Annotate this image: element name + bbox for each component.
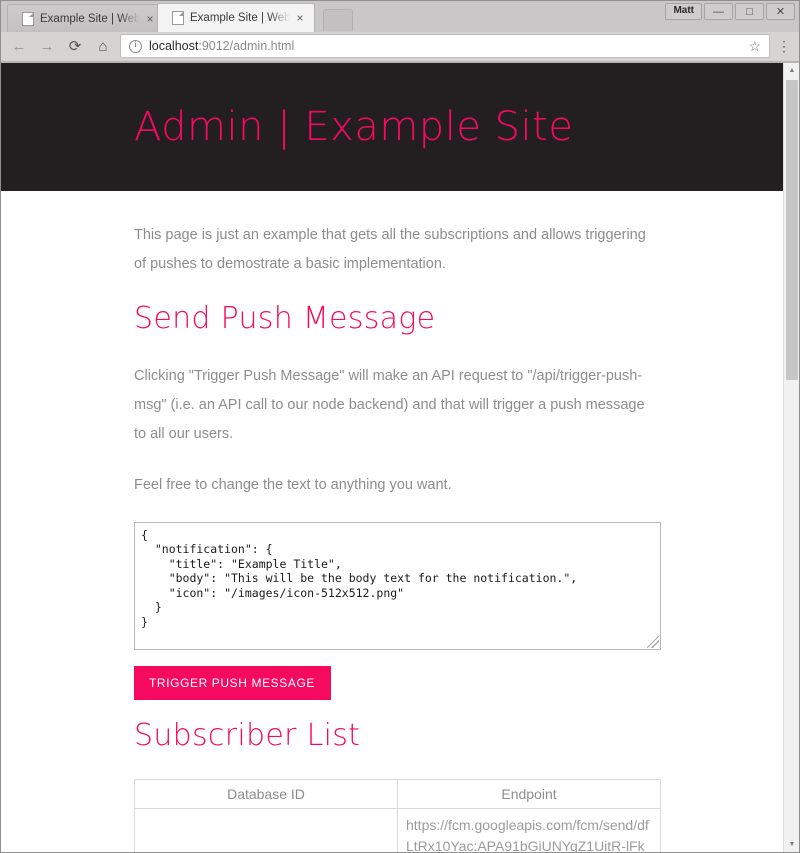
info-circle-icon[interactable]	[129, 39, 142, 53]
page-icon	[22, 11, 34, 26]
reload-icon[interactable]: ⟳	[61, 32, 89, 60]
browser-window: Example Site | Web P × Example Site | We…	[0, 0, 800, 853]
page-title: Admin | Example Site	[134, 103, 574, 150]
page-scrollbar[interactable]: ▲ ▼	[783, 62, 799, 852]
url-host: localhost	[149, 39, 199, 54]
close-icon[interactable]: ×	[292, 10, 308, 26]
browser-tab-1[interactable]: Example Site | Web P ×	[7, 4, 165, 33]
site-header: Admin | Example Site	[1, 62, 783, 191]
cell-database-id: lege3Q7Dxz3aVShL	[134, 807, 398, 852]
send-push-paragraph-1: Clicking "Trigger Push Message" will mak…	[134, 367, 645, 442]
web-page: Admin | Example Site This page is just a…	[1, 62, 783, 852]
cell-endpoint: https://fcm.googleapis.com/fcm/send/dfLt…	[397, 807, 661, 852]
back-icon[interactable]: ←	[5, 32, 33, 60]
page-content: This page is just an example that gets a…	[1, 191, 783, 852]
bookmark-star-icon[interactable]: ☆	[744, 38, 765, 55]
close-window-button[interactable]: ✕	[766, 3, 795, 20]
page-icon	[172, 11, 184, 26]
address-bar[interactable]: localhost:9012/admin.html ☆	[120, 34, 770, 59]
tab-title: Example Site | Web P	[40, 12, 142, 25]
scrollbar-thumb[interactable]	[786, 79, 798, 380]
home-icon[interactable]: ⌂	[89, 32, 117, 60]
close-icon[interactable]: ×	[142, 11, 158, 27]
scroll-up-icon[interactable]: ▲	[784, 63, 799, 79]
menu-kebab-icon[interactable]: ⋮	[773, 39, 795, 53]
browser-toolbar: ← → ⟳ ⌂ localhost:9012/admin.html ☆ ⋮	[1, 32, 799, 62]
page-viewport: Admin | Example Site This page is just a…	[1, 61, 799, 852]
tab-strip: Example Site | Web P × Example Site | We…	[1, 1, 799, 33]
subscriber-table: Database ID Endpoint lege3Q7Dxz3aVShL ht…	[134, 778, 661, 852]
window-controls: Matt — □ ✕	[665, 3, 795, 20]
forward-icon[interactable]: →	[33, 32, 61, 60]
column-header-database-id: Database ID	[134, 778, 398, 809]
profile-button[interactable]: Matt	[665, 3, 702, 20]
intro-paragraph: This page is just an example that gets a…	[134, 226, 646, 272]
maximize-button[interactable]: □	[735, 3, 764, 20]
table-row: lege3Q7Dxz3aVShL https://fcm.googleapis.…	[134, 807, 661, 852]
payload-textarea[interactable]: { "notification": { "title": "Example Ti…	[134, 521, 661, 650]
browser-tab-2[interactable]: Example Site | Web P ×	[157, 3, 315, 33]
new-tab-button[interactable]	[323, 9, 353, 32]
scroll-down-icon[interactable]: ▼	[784, 836, 799, 852]
send-push-paragraph-2: Feel free to change the text to anything…	[134, 476, 452, 493]
table-head: Database ID Endpoint	[134, 778, 661, 809]
send-push-heading: Send Push Message	[134, 300, 436, 336]
subscriber-list-heading: Subscriber List	[134, 717, 361, 753]
table-header-row: Database ID Endpoint	[134, 778, 661, 809]
minimize-button[interactable]: —	[704, 3, 733, 20]
url-text: localhost:9012/admin.html	[149, 39, 744, 53]
tab-title: Example Site | Web P	[190, 12, 292, 25]
trigger-push-message-button[interactable]: TRIGGER PUSH MESSAGE	[134, 665, 332, 700]
column-header-endpoint: Endpoint	[397, 778, 661, 809]
table-body: lege3Q7Dxz3aVShL https://fcm.googleapis.…	[134, 807, 661, 852]
url-path: :9012/admin.html	[198, 39, 295, 54]
